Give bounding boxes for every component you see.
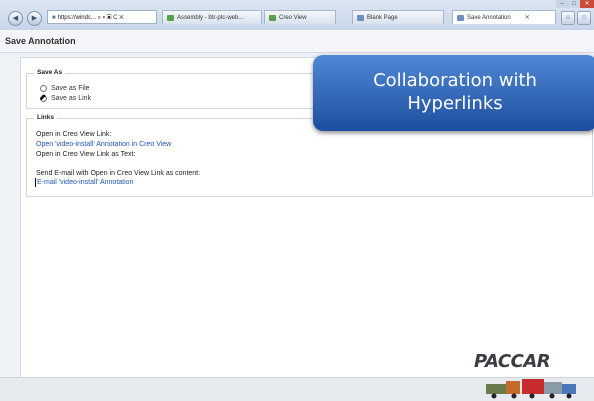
page-title: Save Annotation	[5, 36, 76, 46]
tab-favicon-icon	[269, 15, 276, 21]
address-bar[interactable]: ■ https://windc... ⌕ ▾ ▣ C ✕	[47, 10, 157, 24]
browser-chrome: ◀ ▶ ■ https://windc... ⌕ ▾ ▣ C ✕ Assembly…	[0, 0, 594, 31]
star-icon[interactable]: ☆	[577, 11, 591, 25]
maximize-icon[interactable]: □	[568, 0, 580, 8]
banner-line-2: Hyperlinks	[407, 93, 503, 114]
window-close-icon[interactable]: ✕	[580, 0, 594, 8]
home-icon[interactable]: ⌂	[561, 11, 575, 25]
minimize-icon[interactable]: –	[556, 0, 568, 8]
tab-favicon-icon	[357, 15, 364, 21]
open-in-creo-view-link[interactable]: Open 'video-install' Annotation in Creo …	[36, 140, 171, 149]
email-annotation-link[interactable]: E-mail 'video-install' Annotation	[35, 178, 133, 187]
tab-close-icon[interactable]: ✕	[525, 15, 530, 21]
mouse-cursor-icon: ⬈	[39, 92, 47, 102]
page-header: Save Annotation	[0, 30, 594, 53]
banner-line-1: Collaboration with	[373, 70, 537, 91]
tab-creo-view[interactable]: Creo View	[264, 10, 336, 24]
email-label: Send E-mail with Open in Creo View Link …	[36, 170, 201, 177]
save-as-file-option[interactable]: Save as File	[40, 84, 90, 93]
title-overlay-banner: Collaboration with Hyperlinks	[313, 55, 594, 131]
back-button[interactable]: ◀	[8, 11, 23, 26]
lock-icon: ■	[52, 15, 56, 21]
save-as-legend: Save As	[34, 69, 66, 76]
tab-favicon-icon	[167, 15, 174, 21]
tab-favicon-icon	[457, 15, 464, 21]
radio-button[interactable]	[40, 84, 47, 92]
open-link-text-label: Open in Creo View Link as Text:	[36, 151, 136, 158]
trucks-logo-icon	[486, 379, 576, 399]
forward-button[interactable]: ▶	[27, 11, 42, 26]
paccar-logo: PACCAR	[474, 351, 551, 372]
open-link-label: Open in Creo View Link:	[36, 131, 112, 138]
tab-blank-page[interactable]: Blank Page	[352, 10, 444, 24]
tab-save-annotation[interactable]: Save Annotation ✕	[452, 10, 556, 24]
links-legend: Links	[34, 114, 57, 121]
tab-assembly[interactable]: Assembly - btr-ptc-web...	[162, 10, 262, 24]
save-as-link-option[interactable]: Save as Link	[40, 94, 91, 103]
